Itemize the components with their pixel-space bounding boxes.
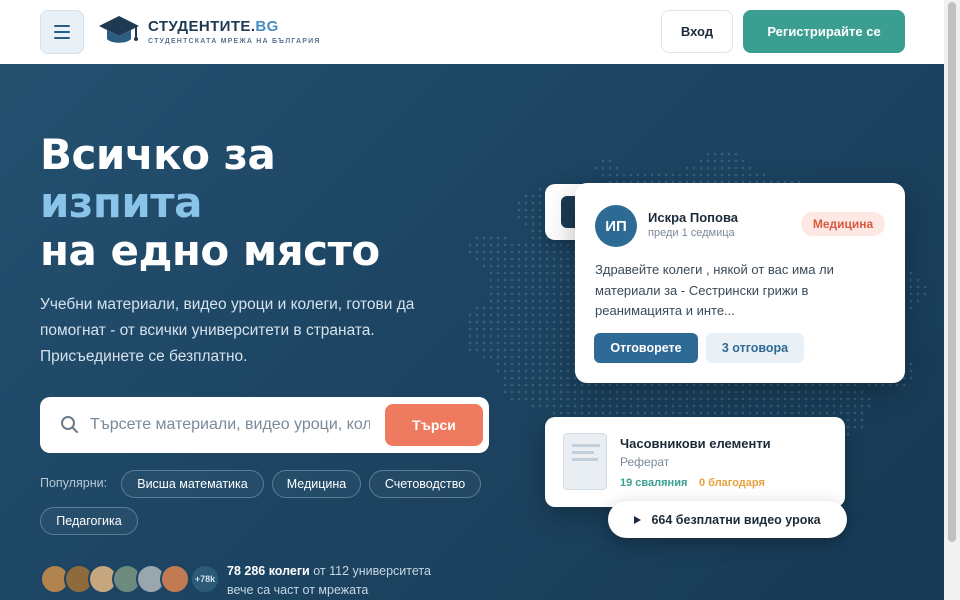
popular-tag-pedagogy[interactable]: Педагогика xyxy=(40,507,138,535)
video-lessons-label: 664 безплатни видео урока xyxy=(651,512,821,527)
question-author: Искра Попова xyxy=(648,210,738,225)
document-card[interactable]: Часовникови елементи Реферат 19 сваляния… xyxy=(545,417,845,507)
hamburger-icon xyxy=(54,25,70,27)
popular-tag-medicine[interactable]: Медицина xyxy=(272,470,361,498)
document-icon xyxy=(563,433,607,490)
question-text: Здравейте колеги , някой от вас има ли м… xyxy=(595,262,834,318)
play-icon xyxy=(634,515,642,524)
document-type: Реферат xyxy=(620,455,670,469)
stats-universities: от 112 университета xyxy=(309,564,431,578)
avatar: ИП xyxy=(595,205,637,247)
member-stats: 78 286 колеги от 112 университета вече с… xyxy=(227,562,431,600)
hero-title-line3: на едно място xyxy=(40,226,380,275)
document-title: Часовникови елементи xyxy=(620,436,771,451)
stats-line2: вече са част от мрежата xyxy=(227,583,369,597)
document-thanks: 0 благодаря xyxy=(699,477,765,489)
hero-title-line1: Всичко за xyxy=(40,130,276,179)
search-button[interactable]: Търси xyxy=(385,404,483,446)
question-card[interactable]: ИП Искра Попова преди 1 седмица Медицина… xyxy=(575,183,905,383)
document-downloads: 19 сваляния xyxy=(620,477,688,489)
stats-count: 78 286 колеги xyxy=(227,564,310,578)
search-bar: Търси xyxy=(40,397,489,453)
page-scrollbar[interactable] xyxy=(944,0,960,600)
login-button[interactable]: Вход xyxy=(661,10,733,53)
video-lessons-pill[interactable]: 664 безплатни видео урока xyxy=(608,501,847,538)
logo[interactable]: СТУДЕНТИТЕ.BG СТУДЕНТСКАТА МРЕЖА НА БЪЛГ… xyxy=(98,14,321,48)
hero-section: Всичко за изпита на едно място Учебни ма… xyxy=(0,64,944,600)
search-input[interactable] xyxy=(90,405,370,445)
register-button[interactable]: Регистрирайте се xyxy=(743,10,905,53)
popular-tag-accounting[interactable]: Счетоводство xyxy=(369,470,481,498)
popular-tag-math[interactable]: Висша математика xyxy=(121,470,264,498)
hero-title-highlight: изпита xyxy=(40,178,202,227)
answers-count-button[interactable]: 3 отговора xyxy=(706,333,804,363)
question-tag[interactable]: Медицина xyxy=(801,212,885,236)
menu-button[interactable] xyxy=(40,10,84,54)
question-time: преди 1 седмица xyxy=(648,227,735,239)
answer-button[interactable]: Отговорете xyxy=(594,333,698,363)
logo-subtitle: СТУДЕНТСКАТА МРЕЖА НА БЪЛГАРИЯ xyxy=(148,37,321,45)
member-avatars: +78k xyxy=(40,564,220,596)
search-icon xyxy=(61,416,78,433)
avatar xyxy=(160,564,190,594)
avatar-count: +78k xyxy=(190,564,220,594)
logo-title: СТУДЕНТИТЕ.BG xyxy=(148,17,279,35)
site-header: СТУДЕНТИТЕ.BG СТУДЕНТСКАТА МРЕЖА НА БЪЛГ… xyxy=(0,0,944,64)
graduation-cap-icon xyxy=(99,16,139,43)
popular-label: Популярни: xyxy=(40,476,108,490)
scrollbar-thumb[interactable] xyxy=(948,2,956,542)
hero-lead: Учебни материали, видео уроци и колеги, … xyxy=(40,296,415,365)
